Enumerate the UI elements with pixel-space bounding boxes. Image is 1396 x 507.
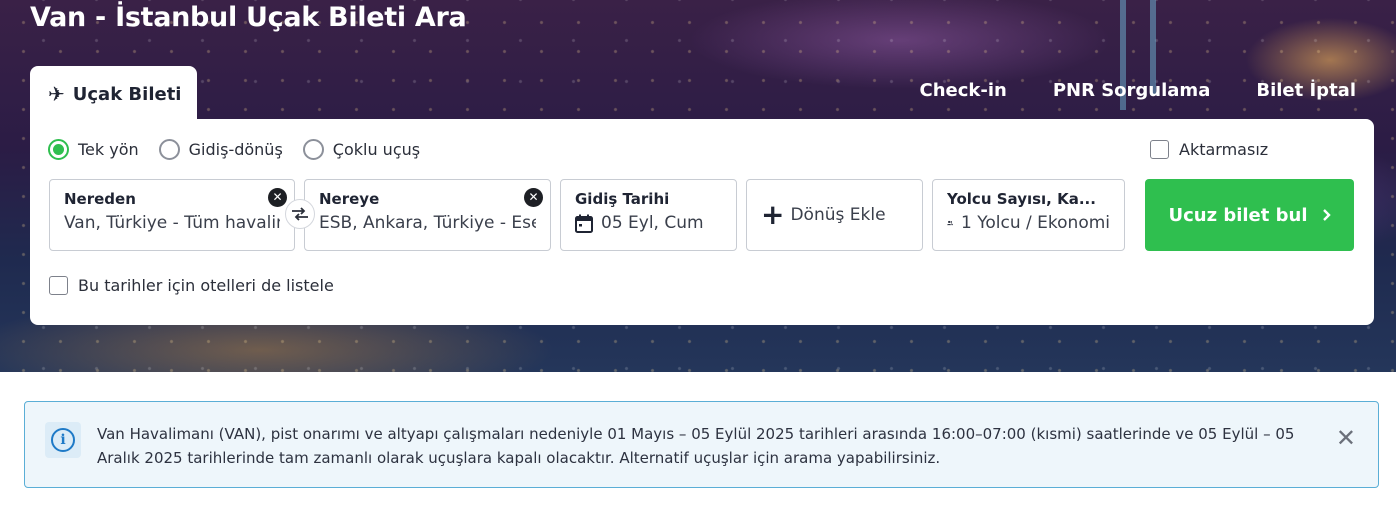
to-label: Nereye: [319, 190, 380, 208]
nonstop-checkbox[interactable]: Aktarmasız: [1150, 140, 1268, 159]
departure-date-field[interactable]: Gidiş Tarihi 05 Eyl, Cum: [560, 179, 737, 251]
bilet-iptal-link[interactable]: Bilet İptal: [1256, 80, 1356, 101]
radio-unchecked-icon: [158, 139, 180, 160]
from-value: Van, Türkiye - Tüm havalimanları: [64, 213, 280, 233]
top-links: Check-in PNR Sorgulama Bilet İptal: [920, 80, 1357, 101]
plus-icon: +: [761, 198, 785, 231]
checkbox-icon: [1150, 140, 1169, 159]
close-icon[interactable]: ✕: [1336, 424, 1356, 452]
add-return-button[interactable]: + Dönüş Ekle: [746, 179, 923, 251]
tab-ucak-bileti[interactable]: ✈ Uçak Bileti: [30, 66, 197, 122]
from-field[interactable]: Nereden Van, Türkiye - Tüm havalimanları…: [49, 179, 295, 251]
users-icon: [947, 220, 953, 226]
swap-button[interactable]: [285, 199, 315, 229]
passengers-field[interactable]: Yolcu Sayısı, Ka... 1 Yolcu / Ekonomi: [932, 179, 1125, 251]
passengers-label: Yolcu Sayısı, Ka...: [947, 190, 1096, 208]
departure-value: 05 Eyl, Cum: [601, 213, 704, 233]
to-value: ESB, Ankara, Türkiye - Esenboğa: [319, 213, 536, 233]
calendar-icon: [575, 214, 593, 233]
departure-label: Gidiş Tarihi: [575, 190, 670, 208]
radio-label: Çoklu uçuş: [332, 140, 421, 159]
radio-unchecked-icon: [302, 139, 324, 160]
clear-to-icon[interactable]: ✕: [524, 188, 543, 207]
info-icon: i: [45, 422, 81, 458]
add-return-label: Dönüş Ekle: [790, 205, 886, 225]
nonstop-label: Aktarmasız: [1179, 140, 1269, 159]
radio-label: Gidiş-dönüş: [188, 140, 283, 159]
chevron-right-icon: [1322, 209, 1331, 221]
departure-value-row: 05 Eyl, Cum: [575, 213, 722, 233]
tab-label: Uçak Bileti: [72, 83, 182, 105]
trip-type-multi-city[interactable]: Çoklu uçuş: [302, 139, 421, 160]
search-button[interactable]: Ucuz bilet bul: [1145, 179, 1354, 251]
trip-type-group: Tek yön Gidiş-dönüş Çoklu uçuş: [48, 139, 420, 160]
checkin-link[interactable]: Check-in: [920, 80, 1007, 101]
trip-type-one-way[interactable]: Tek yön: [48, 139, 139, 160]
pnr-sorgulama-link[interactable]: PNR Sorgulama: [1053, 80, 1211, 101]
clear-from-icon[interactable]: ✕: [268, 188, 287, 207]
airplane-icon: ✈: [48, 82, 65, 106]
trip-type-round-trip[interactable]: Gidiş-dönüş: [158, 139, 283, 160]
to-field[interactable]: Nereye ESB, Ankara, Türkiye - Esenboğa ✕: [304, 179, 551, 251]
search-button-label: Ucuz bilet bul: [1168, 204, 1308, 226]
passengers-value-row: 1 Yolcu / Ekonomi: [947, 213, 1110, 233]
passengers-value: 1 Yolcu / Ekonomi: [961, 213, 1110, 233]
airport-notice: i Van Havalimanı (VAN), pist onarımı ve …: [24, 401, 1379, 488]
checkbox-icon: [49, 276, 68, 295]
list-hotels-label: Bu tarihler için otelleri de listele: [78, 276, 334, 295]
radio-label: Tek yön: [78, 140, 139, 159]
swap-icon: [292, 207, 308, 221]
notice-text: Van Havalimanı (VAN), pist onarımı ve al…: [97, 425, 1295, 467]
search-panel: Tek yön Gidiş-dönüş Çoklu uçuş Aktarması…: [30, 119, 1374, 325]
from-label: Nereden: [64, 190, 136, 208]
page-title: Van - İstanbul Uçak Bileti Ara: [30, 2, 467, 33]
radio-checked-icon: [48, 139, 69, 160]
list-hotels-checkbox[interactable]: Bu tarihler için otelleri de listele: [49, 276, 334, 295]
